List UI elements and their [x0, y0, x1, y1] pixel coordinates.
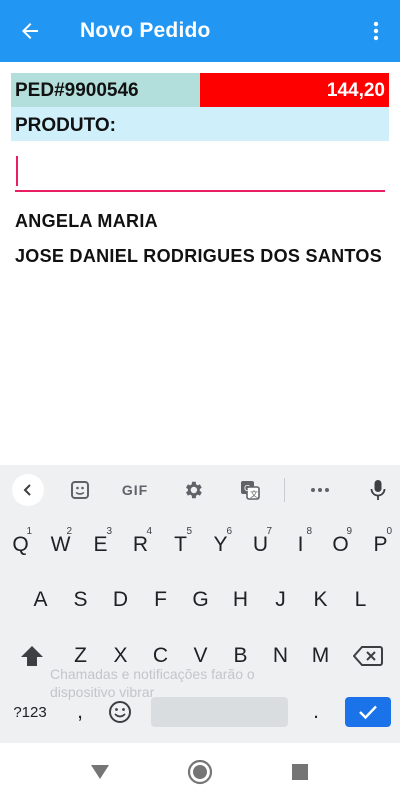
page-title: Novo Pedido — [80, 19, 211, 42]
key-hint: 3 — [106, 526, 112, 537]
translate-icon[interactable]: G文 — [235, 474, 265, 506]
product-input[interactable] — [15, 152, 385, 192]
arrow-back-icon[interactable] — [14, 15, 46, 47]
backspace-icon — [353, 646, 383, 666]
gif-button[interactable]: GIF — [118, 474, 152, 506]
key-o[interactable]: O9 — [321, 525, 360, 565]
key-label: I — [297, 533, 304, 556]
key-t[interactable]: T5 — [161, 525, 200, 565]
shift-key[interactable] — [10, 636, 54, 676]
key-hint: 8 — [306, 526, 312, 537]
navigation-bar — [0, 743, 400, 800]
check-icon — [359, 705, 377, 720]
toolbar-divider — [284, 478, 285, 502]
backspace-key[interactable] — [346, 636, 390, 676]
order-total: 144,20 — [200, 73, 389, 107]
shift-icon — [21, 646, 43, 666]
key-m[interactable]: M — [301, 636, 340, 676]
key-e[interactable]: E3 — [81, 525, 120, 565]
key-label: T — [174, 533, 187, 556]
svg-text:文: 文 — [250, 489, 258, 499]
sticker-icon[interactable] — [65, 474, 95, 506]
key-hint: 0 — [386, 526, 392, 537]
key-hint: 5 — [186, 526, 192, 537]
key-hint: 4 — [146, 526, 152, 537]
key-i[interactable]: I8 — [281, 525, 320, 565]
key-q[interactable]: Q1 — [1, 525, 40, 565]
key-r[interactable]: R4 — [121, 525, 160, 565]
product-label: PRODUTO: — [11, 107, 389, 141]
key-j[interactable]: J — [261, 580, 300, 620]
nav-recents-icon[interactable] — [287, 759, 313, 785]
key-d[interactable]: D — [101, 580, 140, 620]
key-label: E — [93, 533, 108, 556]
key-hint: 9 — [346, 526, 352, 537]
key-g[interactable]: G — [181, 580, 220, 620]
order-id: PED#9900546 — [11, 73, 200, 107]
key-w[interactable]: W2 — [41, 525, 80, 565]
key-label: Y — [213, 533, 228, 556]
app-bar: Novo Pedido — [0, 0, 400, 62]
client-item[interactable]: JOSE DANIEL RODRIGUES DOS SANTOS — [15, 246, 382, 267]
nav-home-icon[interactable] — [187, 759, 213, 785]
nav-back-icon[interactable] — [87, 759, 113, 785]
key-y[interactable]: Y6 — [201, 525, 240, 565]
key-k[interactable]: K — [301, 580, 340, 620]
soft-keyboard: GIF G文 Q1 W2 E3 R4 T5 Y6 U7 I8 O9 P0 A S… — [0, 465, 400, 743]
key-u[interactable]: U7 — [241, 525, 280, 565]
chevron-left-icon[interactable] — [12, 474, 44, 506]
key-p[interactable]: P0 — [361, 525, 400, 565]
comma-key[interactable]: , — [62, 692, 98, 732]
keyboard-toolbar: GIF G文 — [0, 465, 400, 515]
key-s[interactable]: S — [61, 580, 100, 620]
client-item[interactable]: ANGELA MARIA — [15, 211, 158, 232]
key-l[interactable]: L — [341, 580, 380, 620]
emoji-key[interactable] — [102, 692, 138, 732]
more-horiz-icon[interactable] — [305, 474, 335, 506]
key-f[interactable]: F — [141, 580, 180, 620]
spacebar[interactable] — [151, 697, 288, 727]
order-header: PED#9900546 144,20 — [11, 73, 389, 107]
key-h[interactable]: H — [221, 580, 260, 620]
key-hint: 1 — [26, 526, 32, 537]
key-hint: 7 — [266, 526, 272, 537]
more-vert-icon[interactable] — [362, 15, 390, 47]
mic-icon[interactable] — [363, 474, 393, 506]
key-hint: 6 — [226, 526, 232, 537]
key-hint: 2 — [66, 526, 72, 537]
enter-key[interactable] — [345, 697, 391, 727]
symbols-key[interactable]: ?123 — [4, 692, 56, 732]
period-key[interactable]: . — [298, 692, 334, 732]
key-a[interactable]: A — [21, 580, 60, 620]
key-label: P — [373, 533, 388, 556]
emoji-icon — [109, 701, 131, 723]
gear-icon[interactable] — [178, 474, 208, 506]
text-cursor — [16, 156, 18, 186]
